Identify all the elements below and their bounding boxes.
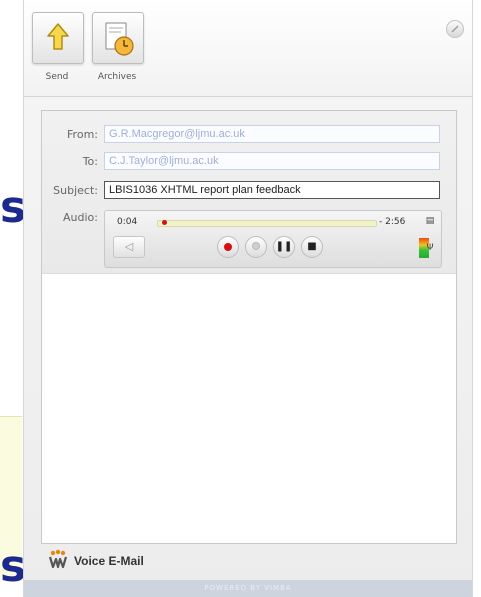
message-area: From: G.R.Macgregor@ljmu.ac.uk To: C.J.T… [41,110,457,544]
voice-email-window: Send Archives From: G.R.Macgregor@ljmu.a… [23,0,473,597]
progress-bar[interactable] [157,220,377,227]
microphone-icon[interactable]: Ψ [425,243,435,253]
send-label: Send [45,72,69,82]
progress-marker[interactable] [162,220,167,225]
audio-label: Audio: [63,211,98,224]
play-icon [252,242,260,250]
compose-form: From: G.R.Macgregor@ljmu.ac.uk To: C.J.T… [42,111,456,274]
archives-clock-icon [105,22,134,56]
record-button[interactable] [217,236,239,258]
to-field[interactable]: C.J.Taylor@ljmu.ac.uk [104,152,440,170]
pause-button[interactable]: ❚❚ [273,236,295,258]
toolbar: Send Archives [24,0,472,97]
send-button[interactable] [32,12,84,64]
stop-button[interactable]: ■ [301,236,323,258]
remaining-time: - 2:56 [379,217,406,227]
speaker-icon: ◁ [124,240,134,253]
stop-icon: ■ [307,241,317,252]
to-label: To: [82,155,98,168]
from-field[interactable]: G.R.Macgregor@ljmu.ac.uk [104,125,440,143]
archives-label: Archives [97,72,137,82]
pin-icon[interactable] [446,20,464,38]
powered-by-bar: POWERED BY VIMBA [24,580,472,597]
elapsed-time: 0:04 [117,217,138,227]
menu-icon[interactable]: ▤ [425,216,435,226]
app-title: Voice E-Mail [74,554,144,568]
footer: Voice E-Mail [24,542,472,580]
volume-button[interactable]: ◁ [113,236,145,258]
archives-button[interactable] [92,12,144,64]
play-button[interactable] [245,236,267,258]
pause-icon: ❚❚ [275,241,293,252]
voice-mail-logo-icon [48,549,68,569]
subject-field[interactable]: LBIS1036 XHTML report plan feedback [104,181,440,199]
record-icon [224,243,232,251]
audio-player: 0:04 - 2:56 ▤ ◁ ❚❚ ■ Ψ [104,210,442,268]
send-arrow-icon [47,23,69,50]
from-label: From: [67,128,98,141]
subject-label: Subject: [53,184,98,197]
